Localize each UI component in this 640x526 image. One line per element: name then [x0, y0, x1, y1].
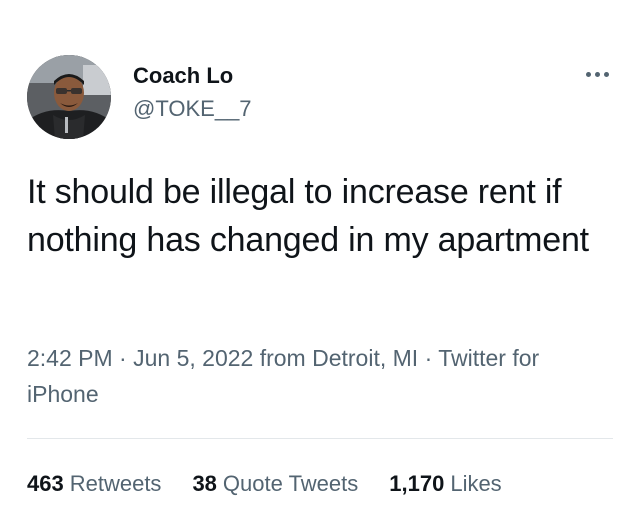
- quote-tweets-stat[interactable]: 38 Quote Tweets: [192, 471, 358, 497]
- divider: [27, 438, 613, 439]
- more-horizontal-icon[interactable]: [582, 64, 612, 84]
- retweets-label: Retweets: [69, 471, 162, 496]
- tweet-card: Coach Lo @TOKE__7 It should be illegal t…: [0, 0, 640, 526]
- quote-tweets-label: Quote Tweets: [222, 471, 359, 496]
- tweet-stats: 463 Retweets 38 Quote Tweets 1,170 Likes: [27, 468, 502, 500]
- more-dot: [594, 71, 600, 77]
- retweets-count: 463: [27, 471, 64, 496]
- more-dot: [585, 71, 591, 77]
- avatar-image: [27, 55, 111, 139]
- tweet-meta: 2:42 PM · Jun 5, 2022 from Detroit, MI ·…: [27, 340, 612, 412]
- author-handle[interactable]: @TOKE__7: [133, 95, 252, 123]
- likes-count: 1,170: [389, 471, 445, 496]
- likes-label: Likes: [450, 471, 502, 496]
- retweets-stat[interactable]: 463 Retweets: [27, 471, 161, 497]
- tweet-time[interactable]: 2:42 PM: [27, 345, 113, 371]
- tweet-date[interactable]: Jun 5, 2022: [133, 345, 253, 371]
- avatar[interactable]: [27, 55, 111, 139]
- more-dot: [603, 71, 609, 77]
- author-name[interactable]: Coach Lo: [133, 62, 233, 90]
- likes-stat[interactable]: 1,170 Likes: [389, 471, 501, 497]
- meta-separator: ·: [424, 345, 433, 371]
- meta-separator: ·: [119, 345, 127, 371]
- tweet-text: It should be illegal to increase rent if…: [27, 173, 589, 259]
- quote-tweets-count: 38: [192, 471, 217, 496]
- tweet-location: from Detroit, MI: [259, 345, 419, 371]
